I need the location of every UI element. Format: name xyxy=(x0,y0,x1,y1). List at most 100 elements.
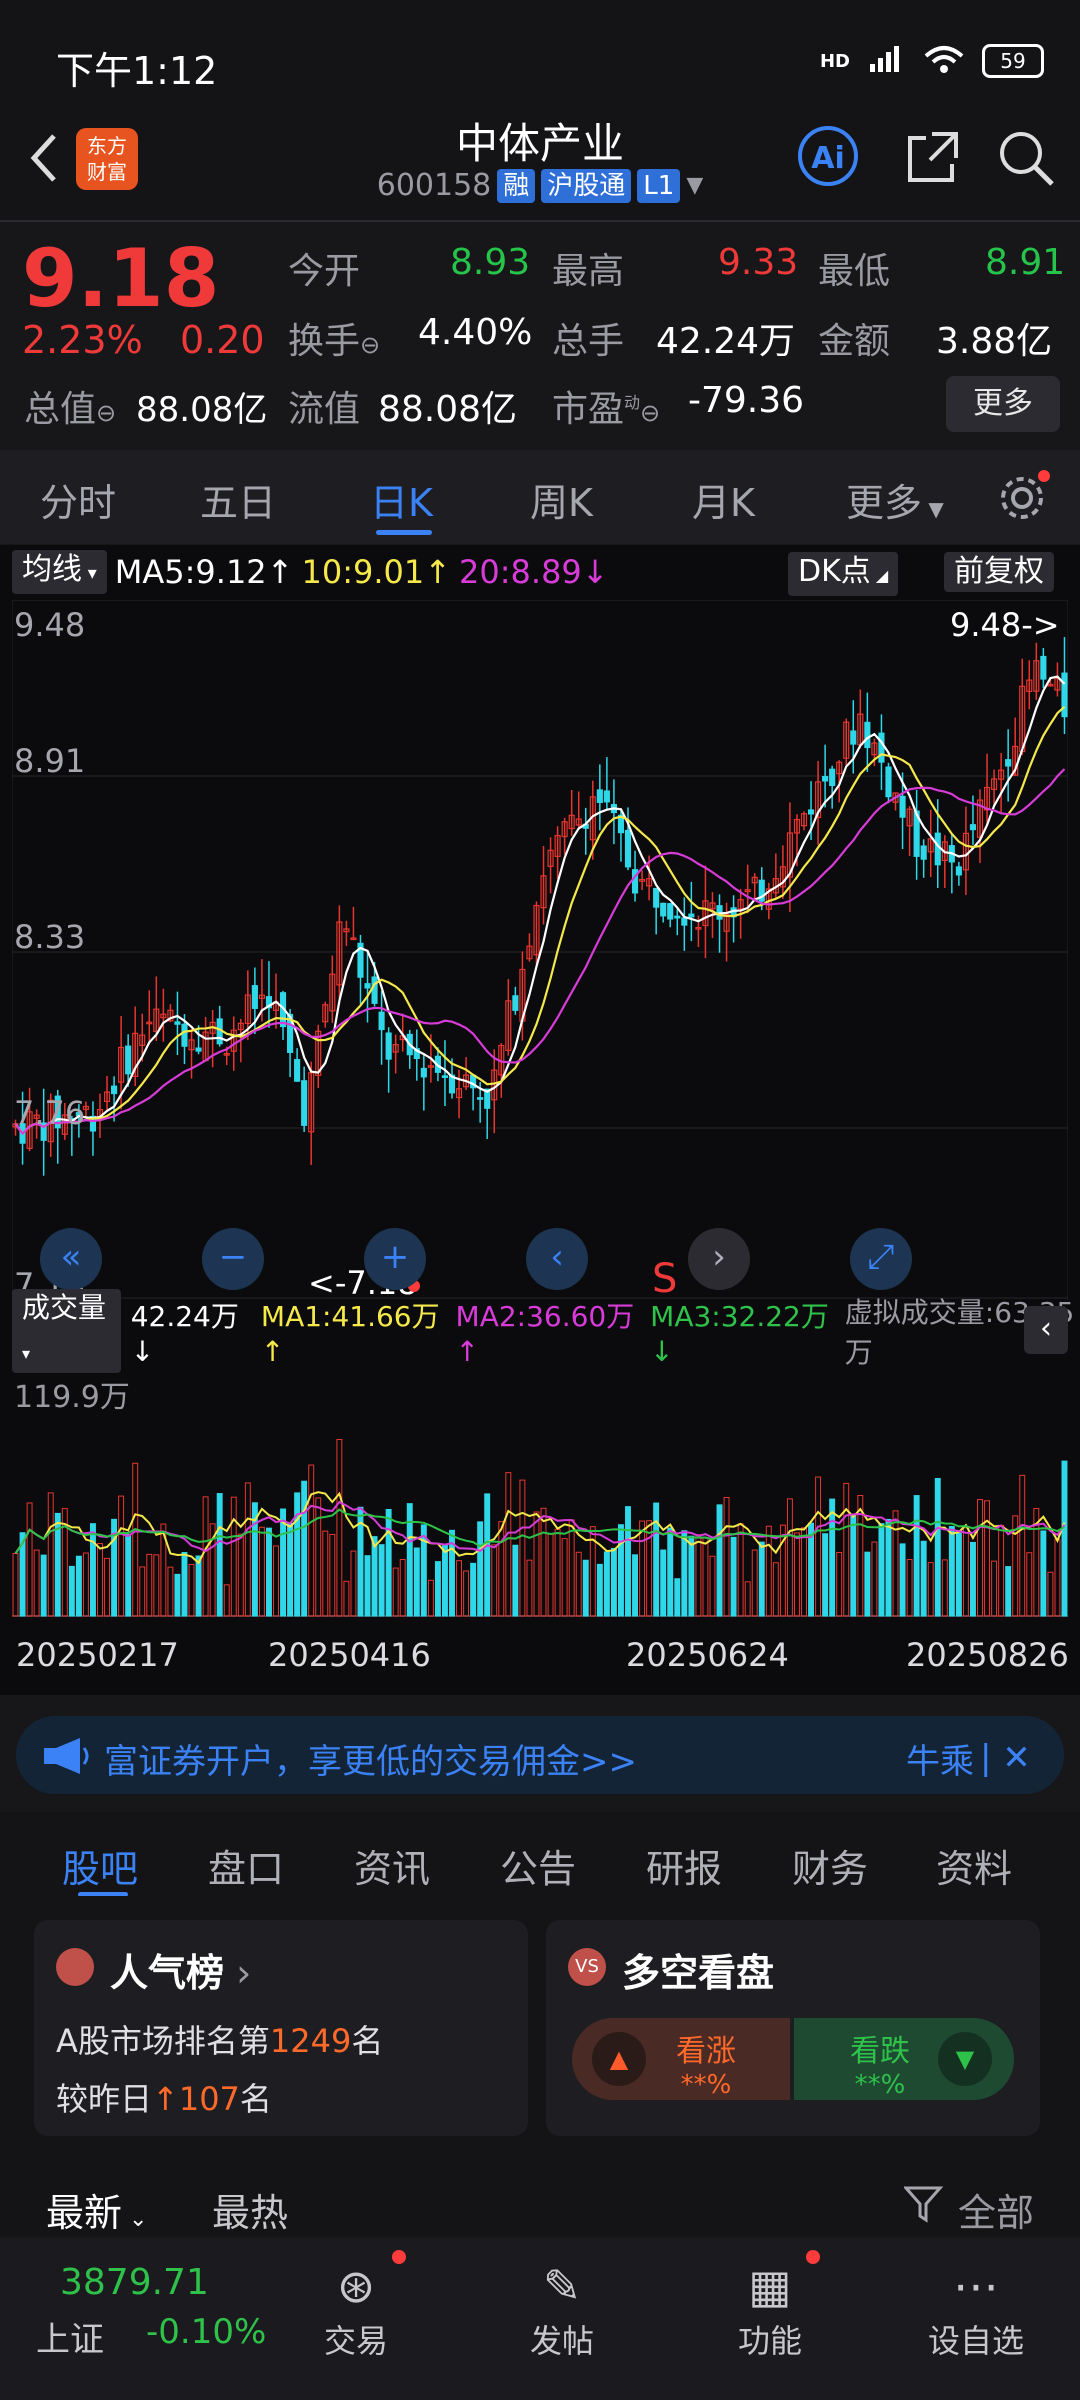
settings-gear-icon[interactable] xyxy=(996,470,1050,528)
volume-bar xyxy=(392,1567,399,1617)
volume-bar xyxy=(955,1532,962,1617)
volume-bar xyxy=(118,1495,125,1617)
share-icon[interactable] xyxy=(904,128,962,190)
volume-ma10-line xyxy=(14,1500,1066,1555)
ai-button[interactable]: Ai xyxy=(798,126,858,186)
pe-value: -79.36 xyxy=(688,380,805,421)
last-price: 9.18 xyxy=(22,232,220,325)
volume-label: 总手 xyxy=(552,321,625,362)
volume-bar xyxy=(829,1498,836,1617)
candle-body xyxy=(850,730,857,745)
dk-point-button[interactable]: DK点 ◢ xyxy=(788,552,899,596)
volume-bar xyxy=(434,1561,441,1617)
tab-more[interactable]: 更多 ▼ xyxy=(846,472,944,527)
status-icons: HD 59 xyxy=(820,44,1044,78)
tab-finance[interactable]: 财务 xyxy=(792,1838,868,1893)
volume-bar xyxy=(280,1508,287,1617)
candle-body xyxy=(660,902,667,917)
zoom-in-icon[interactable]: + xyxy=(364,1228,426,1290)
volume-ma5-line xyxy=(14,1491,1066,1565)
volume-bar xyxy=(962,1527,969,1617)
candle-body xyxy=(111,1085,118,1095)
candle-body xyxy=(603,790,610,803)
volume-bar xyxy=(1026,1552,1033,1617)
tab-weekly-k[interactable]: 周K xyxy=(530,472,593,527)
volume-bar xyxy=(1054,1538,1061,1617)
amount-value: 3.88亿 xyxy=(936,321,1053,362)
rank-line: A股市场排名第1249名 xyxy=(56,2022,384,2060)
tab-news[interactable]: 资讯 xyxy=(354,1838,430,1893)
tag-connect: 沪股通 xyxy=(541,168,632,203)
active-tab-indicator xyxy=(376,530,432,535)
candle-body xyxy=(181,1023,188,1047)
low-label: 最低 xyxy=(818,251,891,292)
chevron-down-icon: ▼ xyxy=(686,173,704,198)
tab-five-day[interactable]: 五日 xyxy=(200,472,276,527)
volume-bar xyxy=(498,1521,505,1617)
nav-trade[interactable]: ⊛ 交易 xyxy=(296,2256,416,2362)
feed-hot[interactable]: 最热 xyxy=(212,2182,288,2237)
volume-bar xyxy=(568,1519,575,1617)
tab-monthly-k[interactable]: 月K xyxy=(692,472,755,527)
candle-body xyxy=(934,832,941,866)
volume-bar xyxy=(977,1499,983,1617)
candle-body xyxy=(251,985,258,1009)
more-quote-button[interactable]: 更多 xyxy=(946,376,1060,432)
volume-bar xyxy=(68,1565,75,1617)
volume-bar xyxy=(223,1584,230,1617)
close-banner-icon[interactable]: | ✕ xyxy=(980,1738,1031,1778)
bullish-label: 看涨 **% xyxy=(676,2034,736,2100)
filter-icon[interactable] xyxy=(902,2184,944,2228)
nav-post[interactable]: ✎ 发帖 xyxy=(502,2256,622,2362)
volume-bar xyxy=(26,1502,33,1617)
tab-intraday[interactable]: 分时 xyxy=(40,472,116,527)
tab-guba[interactable]: 股吧 xyxy=(62,1838,138,1893)
volume-bar xyxy=(1040,1530,1047,1617)
zoom-out-icon[interactable]: − xyxy=(202,1228,264,1290)
index-change: -0.10% xyxy=(146,2312,267,2352)
scroll-right-icon[interactable]: › xyxy=(688,1228,750,1290)
volume-bar xyxy=(744,1581,751,1617)
candle-body xyxy=(885,766,892,798)
index-value[interactable]: 3879.71 xyxy=(60,2262,209,2303)
volume-bar xyxy=(998,1524,1005,1617)
volume-bar xyxy=(969,1541,976,1617)
volume-bar xyxy=(406,1503,413,1617)
adjust-mode-button[interactable]: 前复权 xyxy=(944,552,1054,592)
nav-add-watchlist[interactable]: ⋯ 设自选 xyxy=(916,2256,1036,2362)
volume-bar xyxy=(653,1502,660,1617)
volume-bar xyxy=(906,1559,913,1617)
tab-pankou[interactable]: 盘口 xyxy=(208,1838,284,1893)
ma-toggle-button[interactable]: 均线 ▾ xyxy=(12,550,107,594)
scroll-left-fast-icon[interactable]: « xyxy=(40,1228,102,1290)
y-label-3: 8.33 xyxy=(14,918,86,956)
nav-functions[interactable]: ▦ 功能 xyxy=(710,2256,830,2362)
volume-bar xyxy=(991,1560,998,1617)
volume-bar xyxy=(941,1559,948,1617)
tab-daily-k[interactable]: 日K xyxy=(370,472,433,527)
volume-bar xyxy=(871,1541,878,1617)
status-time: 下午1:12 xyxy=(56,49,218,93)
candle-body xyxy=(899,795,906,818)
volume-bar xyxy=(258,1526,265,1617)
volume-bar xyxy=(864,1551,871,1617)
candle-body xyxy=(1005,759,1012,767)
stock-code: 600158 xyxy=(376,168,492,203)
feed-latest[interactable]: 最新 ⌄ xyxy=(46,2182,147,2237)
volume-bar xyxy=(181,1552,188,1617)
volume-bar xyxy=(582,1559,589,1617)
pe-label: 市盈动⊖ xyxy=(552,389,661,430)
tab-profile[interactable]: 资料 xyxy=(936,1838,1012,1893)
feed-all[interactable]: 全部 xyxy=(958,2182,1034,2237)
collapse-panel-icon[interactable]: ‹ xyxy=(1024,1306,1068,1354)
tab-announcements[interactable]: 公告 xyxy=(500,1838,576,1893)
volume-bar xyxy=(33,1549,40,1617)
volume-bar xyxy=(758,1541,765,1617)
candle-body xyxy=(512,995,519,1011)
volume-bar xyxy=(934,1477,941,1617)
scroll-left-icon[interactable]: ‹ xyxy=(526,1228,588,1290)
fullscreen-icon[interactable]: ⤢ xyxy=(850,1228,912,1290)
search-icon[interactable] xyxy=(996,128,1056,192)
tab-research[interactable]: 研报 xyxy=(646,1838,722,1893)
volume-bar xyxy=(667,1527,674,1617)
